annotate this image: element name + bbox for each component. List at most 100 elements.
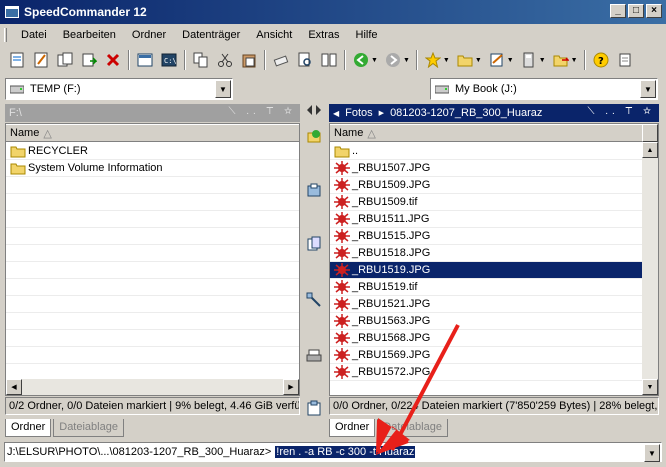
drive-icon <box>435 85 449 94</box>
right-file-row[interactable]: _RBU1509.JPG <box>330 177 642 194</box>
left-file-list[interactable]: Name △ RECYCLER System Volume Information … <box>5 123 300 396</box>
compare-icon[interactable] <box>318 49 340 71</box>
right-file-row-name: _RBU1519.tif <box>352 281 418 293</box>
right-file-row[interactable]: _RBU1518.JPG <box>330 245 642 262</box>
right-file-row[interactable]: _RBU1519.tif <box>330 279 642 296</box>
right-tab-ordner[interactable]: Ordner <box>329 419 376 437</box>
right-column-header-name[interactable]: Name △ <box>330 124 642 142</box>
back-dropdown-icon[interactable]: ▼ <box>371 57 378 64</box>
properties-icon[interactable] <box>134 49 156 71</box>
notes-icon[interactable] <box>486 49 508 71</box>
command-line[interactable]: J:\ELSUR\PHOTO\...\081203-1207_RB_300_Hu… <box>4 442 662 462</box>
scroll-left-icon[interactable]: ◀ <box>6 379 22 395</box>
image-file-icon <box>334 331 350 345</box>
folder-history-dropdown-icon[interactable]: ▼ <box>475 57 482 64</box>
menu-datentraeger[interactable]: Datenträger <box>174 29 248 41</box>
favorites-star-icon[interactable] <box>422 49 444 71</box>
menu-datei[interactable]: Datei <box>13 29 55 41</box>
path-toolbar-icons[interactable]: ⟍ .. ⊤ ☆ <box>228 106 296 117</box>
left-horizontal-scrollbar[interactable]: ◀ ▶ <box>6 379 299 395</box>
folder-history-icon[interactable] <box>454 49 476 71</box>
menu-hilfe[interactable]: Hilfe <box>348 29 386 41</box>
right-file-row[interactable]: _RBU1511.JPG <box>330 211 642 228</box>
command-history-dropdown-icon[interactable]: ▼ <box>644 444 660 462</box>
right-file-row-name: _RBU1509.JPG <box>352 179 431 191</box>
paste-icon[interactable] <box>238 49 260 71</box>
right-path-bar[interactable]: ◀ Fotos ▶ 081203-1207_RB_300_Huaraz ⟍ ..… <box>329 104 659 122</box>
right-file-row[interactable]: _RBU1515.JPG <box>330 228 642 245</box>
layout-icon[interactable] <box>518 49 540 71</box>
copy-panel-icon[interactable] <box>306 236 322 252</box>
right-file-row[interactable]: _RBU1563.JPG <box>330 313 642 330</box>
scroll-down-icon[interactable]: ▼ <box>642 379 658 395</box>
right-drive-combo[interactable]: My Book (J:) ▼ <box>430 78 658 100</box>
right-file-row[interactable]: _RBU1509.tif <box>330 194 642 211</box>
left-file-row[interactable]: System Volume Information <box>6 160 299 177</box>
close-button[interactable]: × <box>646 4 662 18</box>
delete-icon[interactable] <box>102 49 124 71</box>
right-drive-dropdown-icon[interactable]: ▼ <box>640 80 656 98</box>
right-file-list[interactable]: Name △ .. _RBU1507.JPG _RBU1509.JPG _RBU1509… <box>329 123 659 396</box>
left-column-header-name[interactable]: Name △ <box>6 124 299 142</box>
tools-icon[interactable] <box>306 292 322 308</box>
cut-icon[interactable] <box>214 49 236 71</box>
path-toolbar-icons[interactable]: ⟍ .. ⊤ ☆ <box>587 106 655 117</box>
layout-dropdown-icon[interactable]: ▼ <box>539 57 546 64</box>
left-path-bar[interactable]: F:\ ⟍ .. ⊤ ☆ <box>5 104 300 122</box>
right-file-row-name: _RBU1569.JPG <box>352 349 431 361</box>
right-tab-dateiablage[interactable]: Dateiablage <box>377 419 448 437</box>
copy-icon[interactable] <box>190 49 212 71</box>
left-drive-combo[interactable]: TEMP (F:) ▼ <box>5 78 233 100</box>
notes-dropdown-icon[interactable]: ▼ <box>507 57 514 64</box>
unpack-icon[interactable] <box>306 182 322 198</box>
right-file-row-name: _RBU1507.JPG <box>352 162 431 174</box>
command-input[interactable]: !ren . -a RB -c 300 -t Huaraz <box>275 446 416 458</box>
scroll-up-icon[interactable]: ▲ <box>642 142 658 158</box>
clipboard-icon[interactable] <box>306 400 322 416</box>
find-icon[interactable] <box>294 49 316 71</box>
forward-dropdown-icon[interactable]: ▼ <box>403 57 410 64</box>
menu-bearbeiten[interactable]: Bearbeiten <box>55 29 124 41</box>
breadcrumb-fotos[interactable]: Fotos <box>345 107 373 119</box>
notepad-icon[interactable] <box>614 49 636 71</box>
right-file-row[interactable]: _RBU1521.JPG <box>330 296 642 313</box>
sort-arrow-icon: △ <box>43 127 52 140</box>
back-icon[interactable] <box>350 49 372 71</box>
right-file-row[interactable]: .. <box>330 143 642 160</box>
menu-ordner[interactable]: Ordner <box>124 29 174 41</box>
minimize-button[interactable]: _ <box>610 4 626 18</box>
middle-toolbar <box>301 102 327 438</box>
copy-file-icon[interactable] <box>54 49 76 71</box>
open-folder-dropdown-icon[interactable]: ▼ <box>571 57 578 64</box>
help-icon[interactable]: ? <box>590 49 612 71</box>
right-file-row[interactable]: _RBU1568.JPG <box>330 330 642 347</box>
sync-folder-icon[interactable] <box>306 128 322 144</box>
right-file-row-name: _RBU1515.JPG <box>352 230 431 242</box>
right-vertical-scrollbar[interactable]: ▲ ▼ <box>642 124 658 395</box>
menu-extras[interactable]: Extras <box>300 29 347 41</box>
right-file-row[interactable]: _RBU1572.JPG <box>330 364 642 381</box>
open-folder-icon[interactable] <box>550 49 572 71</box>
scroll-thumb[interactable] <box>642 124 658 142</box>
maximize-button[interactable]: □ <box>628 4 644 18</box>
forward-icon[interactable] <box>382 49 404 71</box>
left-file-row[interactable]: RECYCLER <box>6 143 299 160</box>
left-tab-ordner[interactable]: Ordner <box>5 419 52 437</box>
view-icon[interactable] <box>6 49 28 71</box>
move-file-icon[interactable] <box>78 49 100 71</box>
menu-grip <box>4 28 7 42</box>
eraser-icon[interactable] <box>270 49 292 71</box>
edit-icon[interactable] <box>30 49 52 71</box>
right-file-row[interactable]: _RBU1569.JPG <box>330 347 642 364</box>
favorites-dropdown-icon[interactable]: ▼ <box>443 57 450 64</box>
left-drive-dropdown-icon[interactable]: ▼ <box>215 80 231 98</box>
right-file-row[interactable]: _RBU1507.JPG <box>330 160 642 177</box>
swap-panels-icon[interactable] <box>306 102 322 118</box>
left-tab-dateiablage[interactable]: Dateiablage <box>53 419 124 437</box>
right-file-row[interactable]: _RBU1519.JPG <box>330 262 642 279</box>
print-icon[interactable] <box>306 348 322 364</box>
breadcrumb-folder[interactable]: 081203-1207_RB_300_Huaraz <box>390 107 542 119</box>
scroll-right-icon[interactable]: ▶ <box>283 379 299 395</box>
console-icon[interactable]: C:\ <box>158 49 180 71</box>
menu-ansicht[interactable]: Ansicht <box>248 29 300 41</box>
